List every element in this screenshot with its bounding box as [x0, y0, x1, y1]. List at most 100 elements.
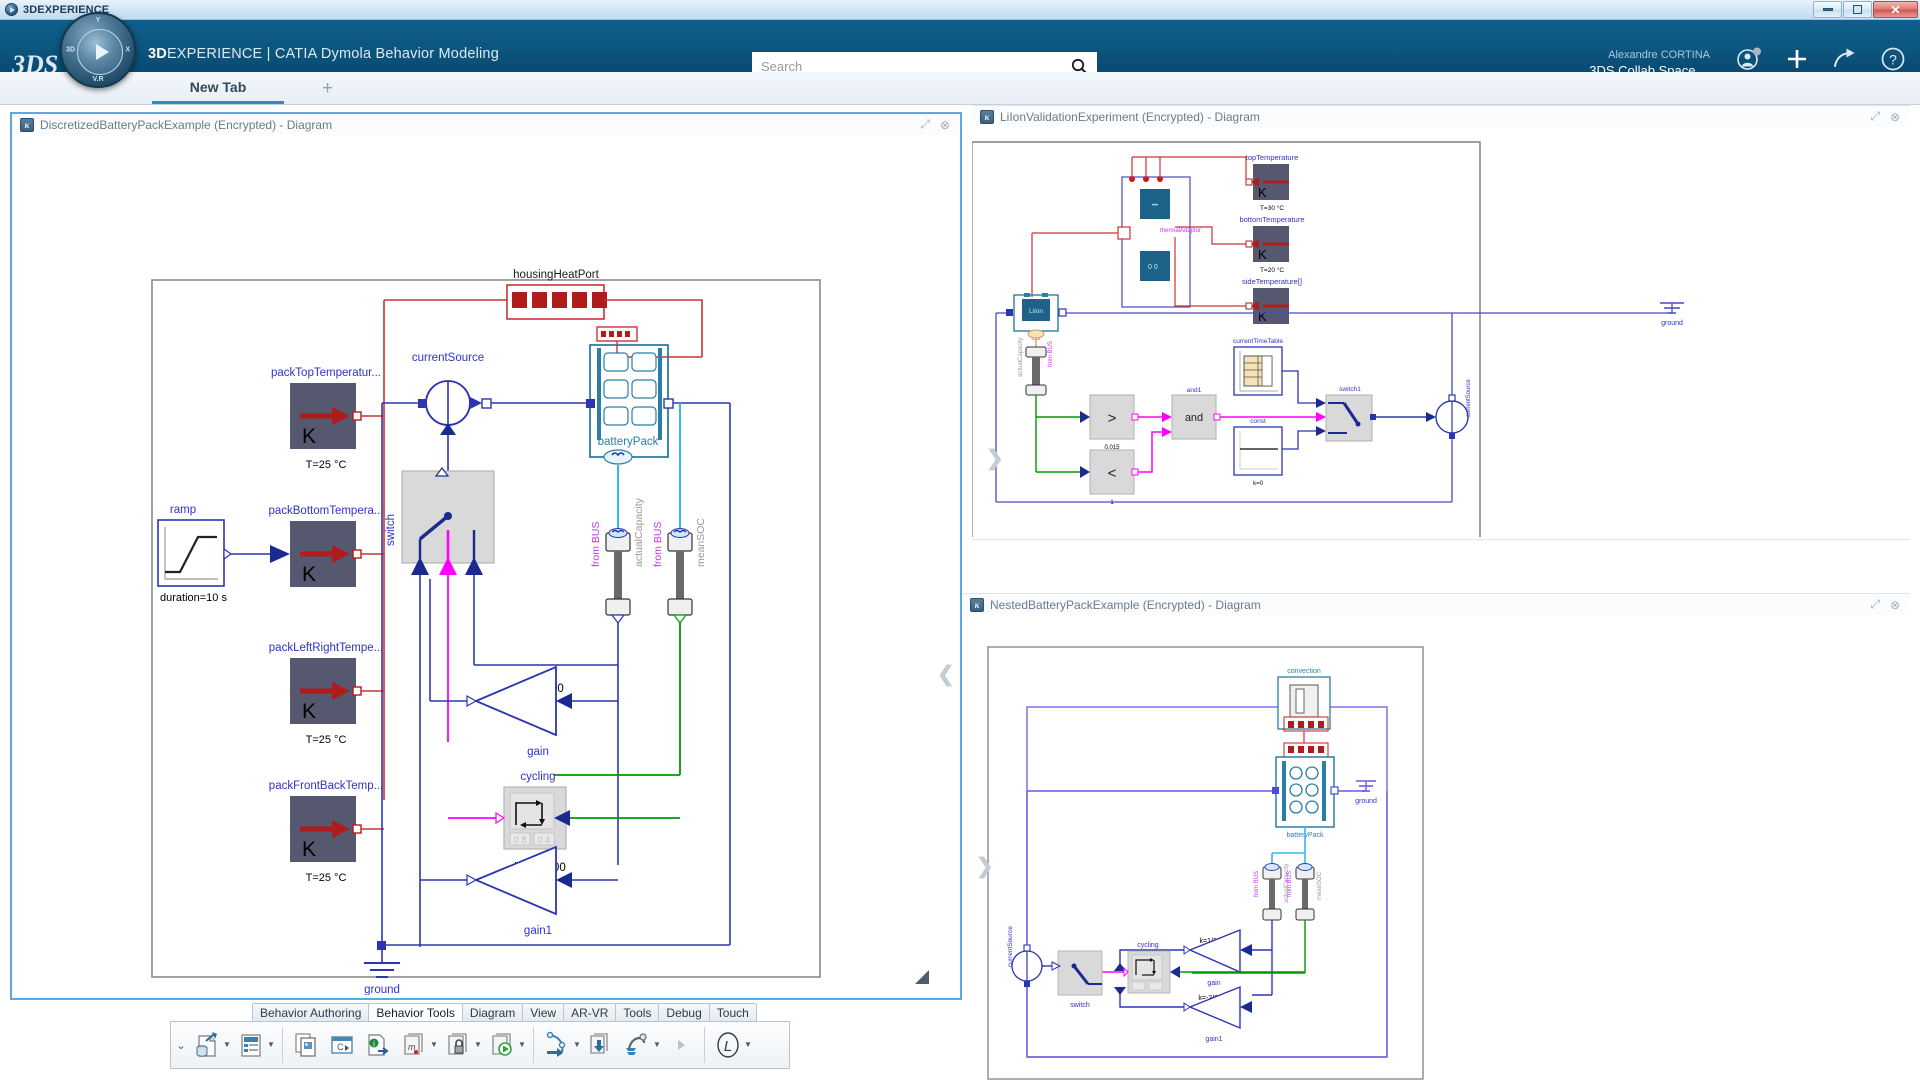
close-button[interactable]: ✕	[1873, 1, 1918, 18]
toolbar-tab-behavior-authoring[interactable]: Behavior Authoring	[252, 1003, 370, 1022]
chevron-down-icon[interactable]: ▼	[573, 1041, 581, 1049]
code-window-button[interactable]: C	[327, 1030, 357, 1060]
compass-widget[interactable]: Y V.R 3D X	[60, 12, 136, 88]
annotate-models-button[interactable]: m ▼	[399, 1030, 438, 1060]
dymola-icon: κ	[970, 597, 984, 612]
chevron-down-icon[interactable]: ▼	[744, 1041, 752, 1049]
label-packLeftRight-value: T=25 °C	[306, 734, 347, 746]
toolbar-tab-label: AR-VR	[571, 1006, 609, 1020]
label-ground: ground	[364, 984, 400, 995]
toolbar-tab-ar-vr[interactable]: AR-VR	[563, 1003, 617, 1022]
new-model-from-database-icon	[192, 1030, 222, 1060]
toolbar-tab-tools[interactable]: Tools	[615, 1003, 660, 1022]
toolbar-tab-touch[interactable]: Touch	[708, 1003, 757, 1022]
lock-models-button[interactable]: ▼	[443, 1030, 482, 1060]
panel-top-right-body: topTemperature K T=30 °C bottomTemperatu…	[972, 127, 1910, 539]
label-from-bus-br-2: from BUS	[1287, 871, 1293, 897]
label-currentSource-tr: currentSource	[1466, 379, 1472, 417]
library-button[interactable]: L ▼	[713, 1030, 752, 1060]
run-models-icon	[487, 1030, 517, 1060]
new-model-from-database-button[interactable]: ▼	[192, 1030, 231, 1060]
physics-tools-button[interactable]: ▼	[622, 1030, 661, 1060]
toolbar-tab-label: Diagram	[469, 1006, 516, 1020]
label-currentSource: currentSource	[412, 352, 484, 364]
diagram-discretized-battery-pack[interactable]: housingHeatPort packTopTemperatur... K T	[12, 135, 960, 996]
chevron-down-icon[interactable]: ▼	[430, 1041, 438, 1049]
toolbar-overflow-chevron[interactable]: ⌄	[173, 1039, 189, 1052]
resize-grip-icon[interactable]	[913, 968, 931, 986]
add-tab-button[interactable]: +	[322, 78, 333, 100]
panel-bottom-right-header: κ NestedBatteryPackExample (Encrypted) -…	[962, 594, 1910, 615]
panel-main-close-icon[interactable]: ⊗	[940, 118, 950, 132]
run-models-button[interactable]: ▼	[487, 1030, 526, 1060]
library-icon: L	[713, 1030, 743, 1060]
minimize-button[interactable]	[1813, 1, 1842, 18]
label-ramp-duration: duration=10 s	[160, 592, 227, 604]
add-icon[interactable]	[1784, 46, 1810, 72]
label-from-bus-2: from BUS	[652, 521, 664, 567]
top-right-collapse-arrow[interactable]: ❯	[986, 446, 1004, 471]
panel-main-expand-icon[interactable]: ⤢	[920, 117, 930, 132]
label-K-tr-1: K	[1258, 185, 1267, 200]
model-info-button[interactable]: i	[363, 1030, 393, 1060]
label-packTopTemperature: packTopTemperatur...	[271, 367, 381, 379]
tab-new-tab[interactable]: New Tab	[152, 72, 284, 104]
main-panel-collapse-arrow[interactable]: ❮	[937, 662, 955, 687]
compass-dial[interactable]: Y V.R 3D X	[60, 12, 136, 88]
toolbar-tab-label: Behavior Authoring	[260, 1006, 362, 1020]
chevron-down-icon[interactable]: ▼	[518, 1041, 526, 1049]
label-ground-br: ground	[1355, 798, 1377, 805]
block-ground-tr[interactable]: ground	[1660, 302, 1684, 327]
panel-bottom-right-close-icon[interactable]: ⊗	[1890, 598, 1900, 612]
diagram-nested-battery-pack[interactable]: convection ground from BUS actualCapacit…	[962, 615, 1908, 1080]
svg-text:i: i	[373, 1040, 375, 1049]
label-and: and	[1185, 412, 1203, 424]
bottom-right-collapse-arrow[interactable]: ❯	[976, 854, 994, 879]
toolbar-tab-diagram[interactable]: Diagram	[461, 1003, 524, 1022]
label-from-bus-tr: from BUS	[1048, 341, 1054, 367]
panel-bottom-right-title: NestedBatteryPackExample (Encrypted) - D…	[990, 597, 1261, 612]
label-gain1-br: gain1	[1205, 1036, 1222, 1043]
chevron-down-icon[interactable]: ▼	[474, 1041, 482, 1049]
label-ground-tr: ground	[1661, 320, 1683, 327]
toolbar-separator	[704, 1027, 705, 1063]
compass-play-button[interactable]	[77, 29, 123, 75]
panel-bottom-right-expand-icon[interactable]: ⤢	[1870, 597, 1880, 612]
label-packTopTemperature-value: T=25 °C	[306, 459, 347, 471]
bottom-toolbar: Behavior Authoring Behavior Tools Diagra…	[170, 1002, 790, 1080]
toolbar-tab-debug[interactable]: Debug	[658, 1003, 710, 1022]
compass-north-label: Y	[95, 17, 101, 24]
label-K-1: K	[302, 425, 316, 448]
label-packLeftRightTemperature: packLeftRightTempe...	[269, 642, 383, 654]
brand-suffix: EXPERIENCE | CATIA Dymola Behavior Model…	[166, 46, 499, 62]
label-from-bus-br-1: from BUS	[1254, 871, 1260, 897]
chevron-down-icon[interactable]: ▼	[223, 1041, 231, 1049]
window-controls: ✕	[1813, 1, 1918, 18]
panel-top-right-close-icon[interactable]: ⊗	[1890, 110, 1900, 124]
panel-top-right-expand-icon[interactable]: ⤢	[1870, 109, 1880, 124]
label-cycling: cycling	[520, 771, 555, 783]
tab-strip: New Tab +	[0, 72, 1920, 105]
toolbar-tab-label: View	[530, 1006, 557, 1020]
label-topTemperature: topTemperature	[1246, 153, 1299, 162]
user-name: Alexandre CORTINA	[1608, 49, 1710, 61]
toolbar-tab-behavior-tools[interactable]: Behavior Tools	[368, 1003, 463, 1022]
label-gain-br: gain	[1207, 980, 1220, 987]
label-meanSOC: meanSOC	[695, 518, 707, 567]
toolbar-tab-view[interactable]: View	[522, 1003, 565, 1022]
chevron-down-icon[interactable]: ▼	[653, 1041, 661, 1049]
user-avatar-icon[interactable]	[1736, 46, 1762, 72]
label-K-tr-2: K	[1258, 247, 1267, 262]
kinematics-button[interactable]: ▼	[542, 1030, 581, 1060]
chevron-down-icon[interactable]: ▼	[267, 1041, 275, 1049]
import-models-button[interactable]	[586, 1030, 616, 1060]
panel-nested-battery-pack: κ NestedBatteryPackExample (Encrypted) -…	[962, 593, 1910, 1080]
help-icon[interactable]: ?	[1880, 46, 1906, 72]
share-icon[interactable]	[1832, 46, 1858, 72]
next-arrow-button[interactable]	[666, 1030, 696, 1060]
duplicate-model-button[interactable]	[291, 1030, 321, 1060]
maximize-button[interactable]	[1843, 1, 1872, 18]
toolbar-tab-label: Behavior Tools	[376, 1006, 455, 1020]
model-list-button[interactable]: ▼	[236, 1030, 275, 1060]
diagram-liion-validation[interactable]: topTemperature K T=30 °C bottomTemperatu…	[972, 127, 1908, 539]
